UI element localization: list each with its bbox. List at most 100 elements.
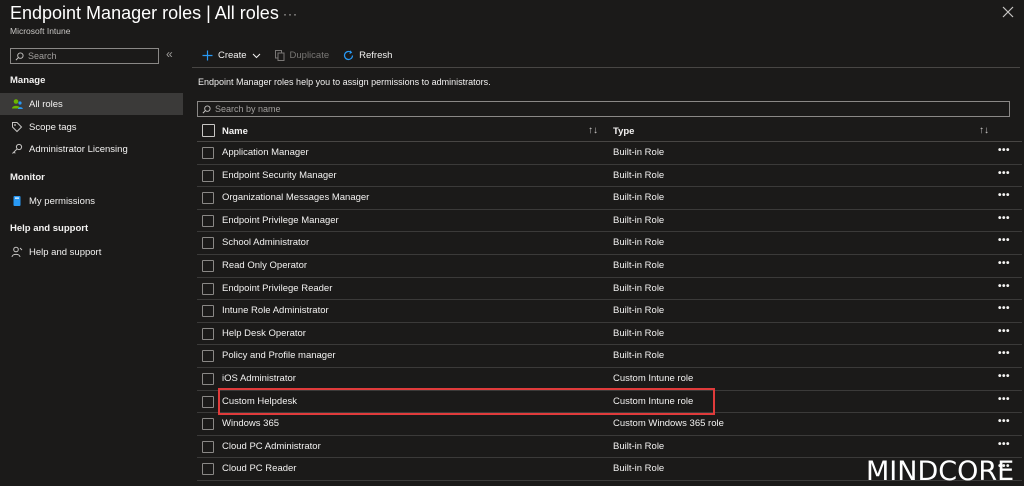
- table-row[interactable]: Windows 365 Custom Windows 365 role •••: [197, 413, 1022, 436]
- sidebar-item-label: Administrator Licensing: [29, 143, 128, 155]
- table-row[interactable]: Custom Helpdesk Custom Intune role •••: [197, 391, 1022, 414]
- sidebar-item-administrator-licensing[interactable]: Administrator Licensing: [0, 138, 183, 160]
- row-more-icon[interactable]: •••: [998, 190, 1010, 201]
- role-name[interactable]: Application Manager: [222, 147, 309, 158]
- row-checkbox[interactable]: [202, 192, 214, 205]
- role-type: Built-in Role: [613, 237, 665, 249]
- column-header-type[interactable]: Type: [613, 126, 634, 137]
- row-checkbox[interactable]: [202, 282, 214, 295]
- role-name[interactable]: Cloud PC Administrator: [222, 441, 321, 452]
- role-name[interactable]: Windows 365: [222, 418, 279, 429]
- role-name[interactable]: Cloud PC Reader: [222, 463, 296, 474]
- table-row[interactable]: Endpoint Privilege Reader Built-in Role ••…: [197, 278, 1022, 301]
- role-type: Custom Windows 365 role: [613, 418, 724, 430]
- table-row[interactable]: Read Only Operator Built-in Role •••: [197, 255, 1022, 278]
- row-checkbox[interactable]: [202, 259, 214, 272]
- sidebar-item-label: Help and support: [29, 246, 102, 258]
- table-row[interactable]: School Administrator Built-in Role •••: [197, 232, 1022, 255]
- search-icon: [202, 104, 211, 113]
- sidebar-item-label: All roles: [29, 98, 63, 110]
- column-header-name[interactable]: Name: [222, 126, 248, 137]
- role-name[interactable]: iOS Administrator: [222, 373, 296, 384]
- page-title: Endpoint Manager roles | All roles: [10, 3, 279, 23]
- role-type: Built-in Role: [613, 463, 665, 475]
- table-row[interactable]: Cloud PC Administrator Built-in Role •••: [197, 436, 1022, 459]
- more-options-icon[interactable]: ···: [283, 7, 298, 21]
- row-more-icon[interactable]: •••: [998, 439, 1010, 450]
- table-row[interactable]: Intune Role Administrator Built-in Role ••…: [197, 300, 1022, 323]
- role-name[interactable]: Policy and Profile manager: [222, 350, 336, 361]
- row-more-icon[interactable]: •••: [998, 371, 1010, 382]
- main-content: Create Duplicate Refresh Endpoint Manage…: [192, 44, 1022, 486]
- row-more-icon[interactable]: •••: [998, 303, 1010, 314]
- select-all-checkbox[interactable]: [202, 124, 215, 137]
- page-subtitle: Microsoft Intune: [10, 26, 71, 36]
- table-row[interactable]: Endpoint Security Manager Built-in Role ••…: [197, 165, 1022, 188]
- row-more-icon[interactable]: •••: [998, 394, 1010, 405]
- plus-icon: [202, 50, 213, 61]
- name-search-box[interactable]: [197, 101, 1010, 117]
- page-header: Endpoint Manager roles | All roles Micro…: [0, 0, 1024, 44]
- refresh-button[interactable]: Refresh: [343, 50, 392, 61]
- create-button[interactable]: Create: [202, 50, 261, 61]
- table-row[interactable]: Endpoint Privilege Manager Built-in Role •…: [197, 210, 1022, 233]
- search-by-name-input[interactable]: [215, 104, 995, 114]
- row-more-icon[interactable]: •••: [998, 281, 1010, 292]
- sidebar-item-scope-tags[interactable]: Scope tags: [0, 116, 183, 138]
- role-name[interactable]: Endpoint Privilege Reader: [222, 283, 332, 294]
- row-checkbox[interactable]: [202, 327, 214, 340]
- row-more-icon[interactable]: •••: [998, 145, 1010, 156]
- role-type: Built-in Role: [613, 259, 665, 271]
- row-checkbox[interactable]: [202, 395, 214, 408]
- sort-name-icon[interactable]: ↑↓: [588, 125, 598, 136]
- section-help-and-support: Help and support: [10, 223, 89, 234]
- book-icon: [11, 195, 23, 207]
- row-checkbox[interactable]: [202, 440, 214, 453]
- row-checkbox[interactable]: [202, 463, 214, 476]
- refresh-label: Refresh: [359, 50, 393, 61]
- watermark-logo: MINDCORE: [866, 456, 1015, 486]
- table-row[interactable]: Organizational Messages Manager Built-in …: [197, 187, 1022, 210]
- section-monitor: Monitor: [10, 172, 45, 183]
- row-more-icon[interactable]: •••: [998, 416, 1010, 427]
- role-name[interactable]: Endpoint Security Manager: [222, 170, 337, 181]
- sidebar: « Manage All roles Scope tags: [0, 44, 184, 486]
- role-name[interactable]: Read Only Operator: [222, 260, 307, 271]
- duplicate-button[interactable]: Duplicate: [274, 50, 330, 61]
- sidebar-item-my-permissions[interactable]: My permissions: [0, 190, 183, 212]
- role-type: Built-in Role: [613, 192, 665, 204]
- table-row[interactable]: Help Desk Operator Built-in Role •••: [197, 323, 1022, 346]
- row-checkbox[interactable]: [202, 305, 214, 318]
- role-name[interactable]: Help Desk Operator: [222, 328, 306, 339]
- duplicate-label: Duplicate: [289, 50, 330, 61]
- sidebar-item-all-roles[interactable]: All roles: [0, 93, 183, 115]
- row-more-icon[interactable]: •••: [998, 258, 1010, 269]
- sidebar-search-input[interactable]: [28, 51, 148, 61]
- row-more-icon[interactable]: •••: [998, 213, 1010, 224]
- sort-type-icon[interactable]: ↑↓: [979, 125, 989, 136]
- table-row[interactable]: Application Manager Built-in Role •••: [197, 142, 1022, 165]
- close-icon[interactable]: [1001, 5, 1015, 19]
- role-name[interactable]: Endpoint Privilege Manager: [222, 215, 339, 226]
- person-help-icon: [11, 246, 23, 258]
- row-more-icon[interactable]: •••: [998, 235, 1010, 246]
- row-checkbox[interactable]: [202, 237, 214, 250]
- collapse-sidebar-icon[interactable]: «: [166, 47, 173, 61]
- table-row[interactable]: Policy and Profile manager Built-in Role •…: [197, 345, 1022, 368]
- row-checkbox[interactable]: [202, 418, 214, 431]
- sidebar-search[interactable]: [10, 48, 159, 64]
- role-name[interactable]: Intune Role Administrator: [222, 305, 329, 316]
- row-checkbox[interactable]: [202, 169, 214, 182]
- row-checkbox[interactable]: [202, 372, 214, 385]
- row-checkbox[interactable]: [202, 147, 214, 159]
- role-name[interactable]: School Administrator: [222, 237, 309, 248]
- row-checkbox[interactable]: [202, 350, 214, 363]
- row-checkbox[interactable]: [202, 214, 214, 227]
- sidebar-item-help-and-support[interactable]: Help and support: [0, 241, 183, 263]
- role-name[interactable]: Organizational Messages Manager: [222, 192, 369, 203]
- row-more-icon[interactable]: •••: [998, 168, 1010, 179]
- role-name[interactable]: Custom Helpdesk: [222, 396, 297, 407]
- row-more-icon[interactable]: •••: [998, 348, 1010, 359]
- table-row[interactable]: iOS Administrator Custom Intune role •••: [197, 368, 1022, 391]
- row-more-icon[interactable]: •••: [998, 326, 1010, 337]
